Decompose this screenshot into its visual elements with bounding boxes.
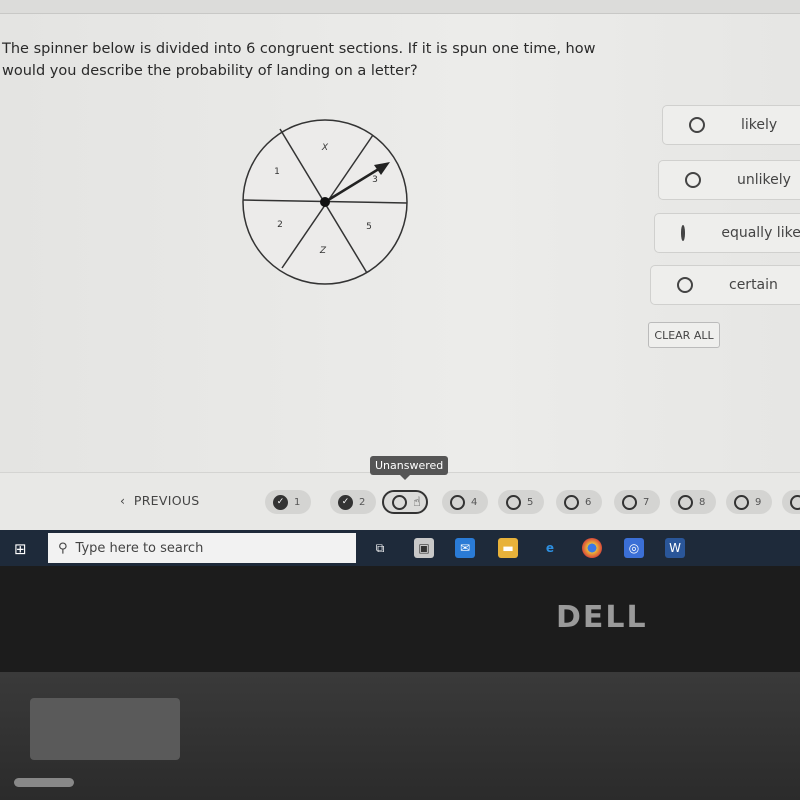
question-5-button[interactable]: 5 — [498, 490, 544, 514]
spinner-label: Z — [319, 246, 327, 256]
question-number: 1 — [294, 496, 301, 508]
check-icon: ✓ — [338, 494, 353, 510]
spinner-image: X 3 5 Z 2 1 — [242, 119, 408, 285]
task-view-icon[interactable]: ⧉ — [370, 538, 390, 558]
question-10-button[interactable] — [782, 490, 800, 514]
option-label: unlikely — [737, 172, 791, 188]
spinner-label: 1 — [274, 167, 280, 177]
status-tooltip: Unanswered — [370, 456, 449, 480]
spinner-label: X — [321, 143, 329, 153]
windows-start-icon[interactable]: ⊞ — [14, 540, 27, 558]
circle-icon — [450, 494, 465, 510]
app-icon[interactable]: ◎ — [624, 538, 644, 558]
spinner-label: 5 — [366, 222, 372, 232]
question-2-button[interactable]: ✓ 2 — [330, 490, 376, 514]
question-1-button[interactable]: ✓ 1 — [265, 490, 311, 514]
question-4-button[interactable]: 4 — [442, 490, 488, 514]
circle-icon — [734, 494, 749, 510]
radio-icon[interactable] — [677, 277, 693, 293]
question-number: 6 — [585, 496, 592, 508]
question-text: The spinner below is divided into 6 cong… — [2, 41, 596, 79]
option-likely[interactable]: likely — [662, 105, 800, 145]
question-number: 2 — [359, 496, 366, 508]
taskbar-search[interactable]: ⚲ Type here to search — [48, 533, 356, 563]
question-number: 5 — [527, 496, 534, 508]
option-equally-likely[interactable]: equally likely — [654, 213, 800, 253]
browser-screen: The spinner below is divided into 6 cong… — [0, 0, 800, 530]
circle-icon — [790, 494, 800, 510]
word-icon[interactable]: W — [665, 538, 685, 558]
option-unlikely[interactable]: unlikely — [658, 160, 800, 200]
dell-logo: DELL — [556, 600, 648, 635]
store-icon[interactable]: ▣ — [414, 538, 434, 558]
question-nav: ‹ PREVIOUS ✓ 1 ✓ 2 ☝ 4 5 6 7 8 9 — [0, 472, 800, 530]
file-explorer-icon[interactable]: ▬ — [498, 538, 518, 558]
laptop-hinge — [30, 698, 180, 760]
spinner-label: 2 — [277, 220, 283, 230]
circle-icon — [678, 494, 693, 510]
question-9-button[interactable]: 9 — [726, 490, 772, 514]
edge-icon[interactable]: e — [540, 538, 560, 558]
previous-label: PREVIOUS — [133, 493, 200, 508]
question-number: 8 — [699, 496, 706, 508]
question-number: 4 — [471, 496, 478, 508]
question-number: 7 — [643, 496, 650, 508]
hand-cursor-icon: ☝ — [413, 494, 421, 510]
radio-icon[interactable] — [685, 172, 701, 188]
question-6-button[interactable]: 6 — [556, 490, 602, 514]
spinner-label: 3 — [372, 175, 378, 185]
question-7-button[interactable]: 7 — [614, 490, 660, 514]
clear-all-button[interactable]: CLEAR ALL — [648, 322, 720, 348]
windows-taskbar: ⊞ ⚲ Type here to search ⧉ ▣ ✉ ▬ e ◎ W — [0, 530, 800, 566]
circle-icon — [622, 494, 637, 510]
mail-icon[interactable]: ✉ — [455, 538, 475, 558]
question-8-button[interactable]: 8 — [670, 490, 716, 514]
previous-button[interactable]: ‹ PREVIOUS — [120, 493, 200, 508]
laptop-led — [14, 778, 74, 787]
option-label: certain — [729, 277, 778, 293]
question-number: 9 — [755, 496, 762, 508]
option-certain[interactable]: certain — [650, 265, 800, 305]
question-3-button[interactable]: ☝ — [382, 490, 428, 514]
radio-icon[interactable] — [681, 225, 686, 241]
circle-icon — [506, 494, 521, 510]
option-label: equally likely — [721, 225, 800, 241]
circle-icon — [564, 494, 579, 510]
spinner-center — [320, 197, 330, 207]
radio-icon[interactable] — [689, 117, 705, 133]
search-icon: ⚲ — [58, 540, 68, 556]
chrome-icon[interactable] — [582, 538, 602, 558]
header-bar — [0, 0, 800, 14]
option-label: likely — [741, 117, 778, 133]
circle-icon — [392, 494, 407, 510]
search-placeholder: Type here to search — [75, 540, 204, 556]
check-icon: ✓ — [273, 494, 288, 510]
